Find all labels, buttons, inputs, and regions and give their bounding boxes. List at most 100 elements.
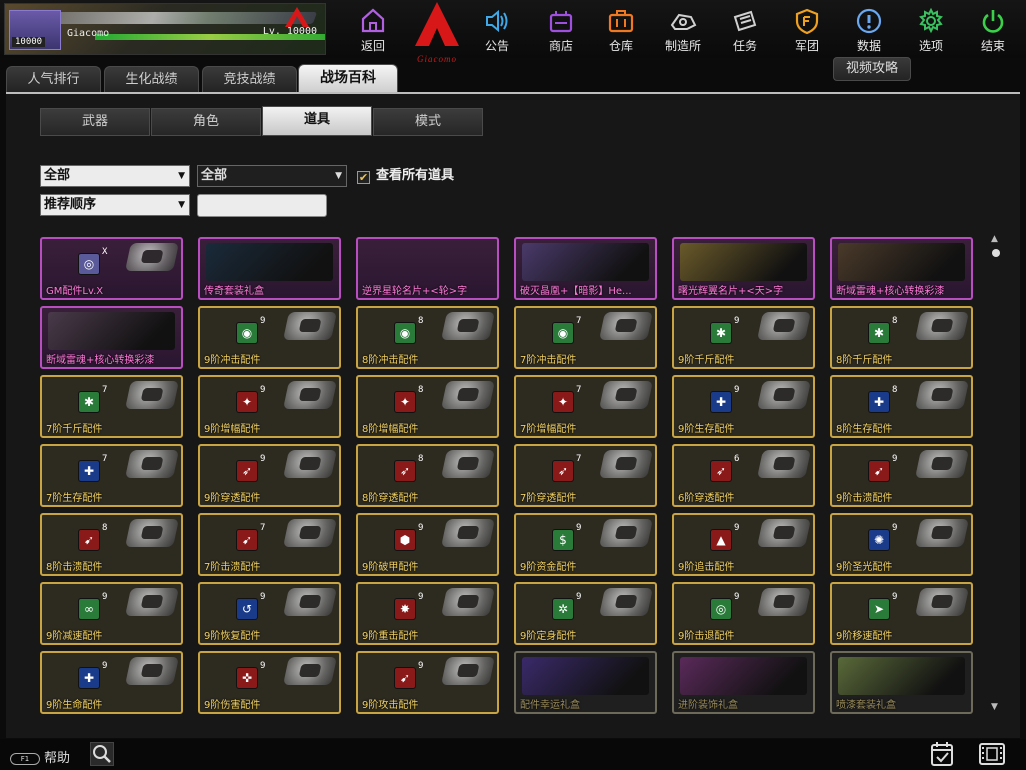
item-card[interactable]: ◎ X GM配件Lv.X (40, 237, 183, 300)
tab-video-guide[interactable]: 视频攻略 (833, 57, 911, 81)
subtype-filter-dropdown[interactable]: 全部 ▼ (197, 165, 347, 187)
part-image (757, 450, 811, 478)
nav-options-button[interactable]: 选项 (902, 4, 960, 53)
search-icon (93, 745, 111, 763)
part-badge-icon: ✱ (78, 391, 100, 413)
item-name: 9阶减速配件 (46, 631, 103, 642)
nav-data-button[interactable]: 数据 (840, 4, 898, 53)
tab-category-1[interactable]: 角色 (151, 108, 261, 136)
tab-category-0[interactable]: 武器 (40, 108, 150, 136)
item-card[interactable]: ➤ 9 9阶移速配件 (830, 582, 973, 645)
item-card[interactable]: ➶ 8 8阶穿透配件 (356, 444, 499, 507)
item-card[interactable]: 配件幸运礼盒 (514, 651, 657, 714)
item-card[interactable]: ✚ 8 8阶生存配件 (830, 375, 973, 438)
item-card[interactable]: ➹ 9 9阶攻击配件 (356, 651, 499, 714)
nav-legion-button[interactable]: 军团 (778, 4, 836, 53)
tier-label: 9 (260, 661, 266, 671)
item-card[interactable]: ✦ 7 7阶增幅配件 (514, 375, 657, 438)
item-card[interactable]: ◉ 8 8阶冲击配件 (356, 306, 499, 369)
part-image (757, 588, 811, 616)
part-glyph: ✚ (873, 395, 885, 409)
item-name: 9阶恢复配件 (204, 631, 261, 642)
nav-craft-button[interactable]: 制造所 (654, 4, 712, 53)
nav-notice-button[interactable]: 公告 (468, 4, 526, 53)
item-card[interactable]: ✱ 8 8阶千斤配件 (830, 306, 973, 369)
sort-dropdown[interactable]: 推荐顺序 ▼ (40, 194, 190, 216)
avatar[interactable]: 10000 (9, 10, 61, 50)
tab-main-3[interactable]: 战场百科 (298, 64, 398, 92)
nav-warehouse-button[interactable]: 仓库 (592, 4, 650, 53)
item-card[interactable]: 逆界星轮名片+<轮>字 (356, 237, 499, 300)
item-card[interactable]: ➶ 6 6阶穿透配件 (672, 444, 815, 507)
nav-mission-button[interactable]: 任务 (716, 4, 774, 53)
item-card[interactable]: ➶ 7 7阶穿透配件 (514, 444, 657, 507)
part-badge-icon: ➶ (236, 460, 258, 482)
item-card[interactable]: ✲ 9 9阶定身配件 (514, 582, 657, 645)
part-badge-icon: ✦ (236, 391, 258, 413)
search-button[interactable] (90, 742, 114, 766)
item-card[interactable]: ∞ 9 9阶减速配件 (40, 582, 183, 645)
help-button[interactable]: F1 帮助 (10, 747, 70, 766)
tab-main-2[interactable]: 竞技战绩 (202, 66, 297, 92)
calendar-icon[interactable] (930, 741, 954, 767)
item-card[interactable]: ➹ 8 8阶击溃配件 (40, 513, 183, 576)
item-card[interactable]: ✺ 9 9阶圣光配件 (830, 513, 973, 576)
item-card[interactable]: 传奇套装礼盒 (198, 237, 341, 300)
item-card[interactable]: ➶ 9 9阶穿透配件 (198, 444, 341, 507)
tab-main-1[interactable]: 生化战绩 (104, 66, 199, 92)
tier-label: 9 (734, 592, 740, 602)
item-card[interactable]: ✚ 9 9阶生命配件 (40, 651, 183, 714)
nav-back-button[interactable]: 返回 (344, 4, 402, 53)
item-name: 传奇套装礼盒 (204, 286, 264, 297)
part-badge-icon: ▲ (710, 529, 732, 551)
tab-main-0[interactable]: 人气排行 (6, 66, 101, 92)
film-icon[interactable] (978, 741, 1006, 767)
item-card[interactable]: ◎ 9 9阶击退配件 (672, 582, 815, 645)
player-profile-card[interactable]: 10000 Giacomo Lv. 10000 (4, 3, 326, 55)
part-glyph: ✜ (241, 671, 253, 685)
nav-exit-button[interactable]: 结束 (964, 4, 1022, 53)
scrollbar-thumb[interactable] (992, 249, 1000, 257)
item-card[interactable]: ⬢ 9 9阶破甲配件 (356, 513, 499, 576)
item-card[interactable]: 断域雷魂+核心转换彩漆 (40, 306, 183, 369)
tier-label: 9 (418, 592, 424, 602)
tab-category-3[interactable]: 模式 (373, 108, 483, 136)
item-name: 破灭晶凰+【暗影】He... (520, 286, 632, 297)
item-card[interactable]: ◉ 7 7阶冲击配件 (514, 306, 657, 369)
scroll-up-icon[interactable]: ▲ (991, 234, 998, 244)
part-badge-icon: ➤ (868, 598, 890, 620)
item-card[interactable]: 进阶装饰礼盒 (672, 651, 815, 714)
search-input[interactable] (197, 194, 327, 217)
item-card[interactable]: ✚ 7 7阶生存配件 (40, 444, 183, 507)
item-card[interactable]: ◉ 9 9阶冲击配件 (198, 306, 341, 369)
item-card[interactable]: ↺ 9 9阶恢复配件 (198, 582, 341, 645)
item-card[interactable]: ✚ 9 9阶生存配件 (672, 375, 815, 438)
tier-label: 9 (260, 385, 266, 395)
item-card[interactable]: ✱ 7 7阶千斤配件 (40, 375, 183, 438)
item-card[interactable]: $ 9 9阶资金配件 (514, 513, 657, 576)
scroll-down-icon[interactable]: ▼ (991, 702, 998, 712)
item-card[interactable]: 破灭晶凰+【暗影】He... (514, 237, 657, 300)
item-card[interactable]: ✸ 9 9阶重击配件 (356, 582, 499, 645)
type-filter-dropdown[interactable]: 全部 ▼ (40, 165, 190, 187)
item-card[interactable]: 断域雷魂+核心转换彩漆 (830, 237, 973, 300)
clan-logo-icon (285, 7, 309, 27)
part-image (441, 381, 495, 409)
item-card[interactable]: ▲ 9 9阶追击配件 (672, 513, 815, 576)
item-card[interactable]: 喷漆套装礼盒 (830, 651, 973, 714)
nav-label: 选项 (918, 39, 943, 53)
nav-shop-button[interactable]: 商店 (532, 4, 590, 53)
nav-label: 返回 (360, 39, 385, 53)
item-name: 9阶移速配件 (836, 631, 893, 642)
part-image (125, 381, 179, 409)
tab-category-2[interactable]: 道具 (262, 106, 372, 136)
nav-label: 任务 (732, 39, 757, 53)
item-card[interactable]: ➹ 9 9阶击溃配件 (830, 444, 973, 507)
item-card[interactable]: ✜ 9 9阶伤害配件 (198, 651, 341, 714)
item-card[interactable]: ✦ 9 9阶增幅配件 (198, 375, 341, 438)
item-card[interactable]: ✦ 8 8阶增幅配件 (356, 375, 499, 438)
item-card[interactable]: 曙光辉翼名片+<天>字 (672, 237, 815, 300)
item-card[interactable]: ➹ 7 7阶击溃配件 (198, 513, 341, 576)
item-card[interactable]: ✱ 9 9阶千斤配件 (672, 306, 815, 369)
show-all-checkbox[interactable]: ✔ 查看所有道具 (357, 164, 454, 184)
